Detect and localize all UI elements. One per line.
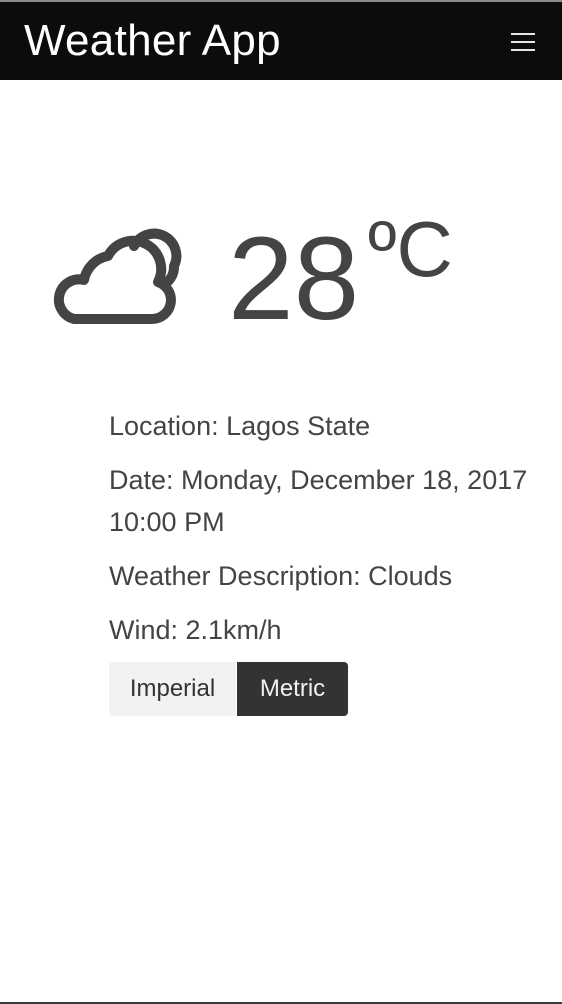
menu-bar	[511, 49, 535, 51]
menu-bar	[511, 41, 535, 43]
app-frame: Weather App 28 ºC Location: Lagos State …	[0, 0, 562, 1004]
imperial-button[interactable]: Imperial	[109, 662, 236, 716]
menu-bar	[511, 33, 535, 35]
temperature-display: 28 ºC	[228, 205, 453, 340]
app-title[interactable]: Weather App	[24, 15, 281, 67]
hamburger-menu-icon[interactable]	[506, 26, 540, 56]
metric-button[interactable]: Metric	[237, 662, 348, 716]
cloud-icon	[53, 228, 182, 324]
navbar: Weather App	[0, 2, 562, 80]
temperature-unit: ºC	[368, 205, 453, 293]
location-text: Location: Lagos State	[109, 411, 371, 441]
wind-text: Wind: 2.1km/h	[109, 615, 282, 645]
weather-description-text: Weather Description: Clouds	[109, 561, 453, 591]
temperature-value: 28	[228, 213, 360, 345]
date-text: Date: Monday, December 18, 2017 10:00 PM	[109, 465, 528, 537]
